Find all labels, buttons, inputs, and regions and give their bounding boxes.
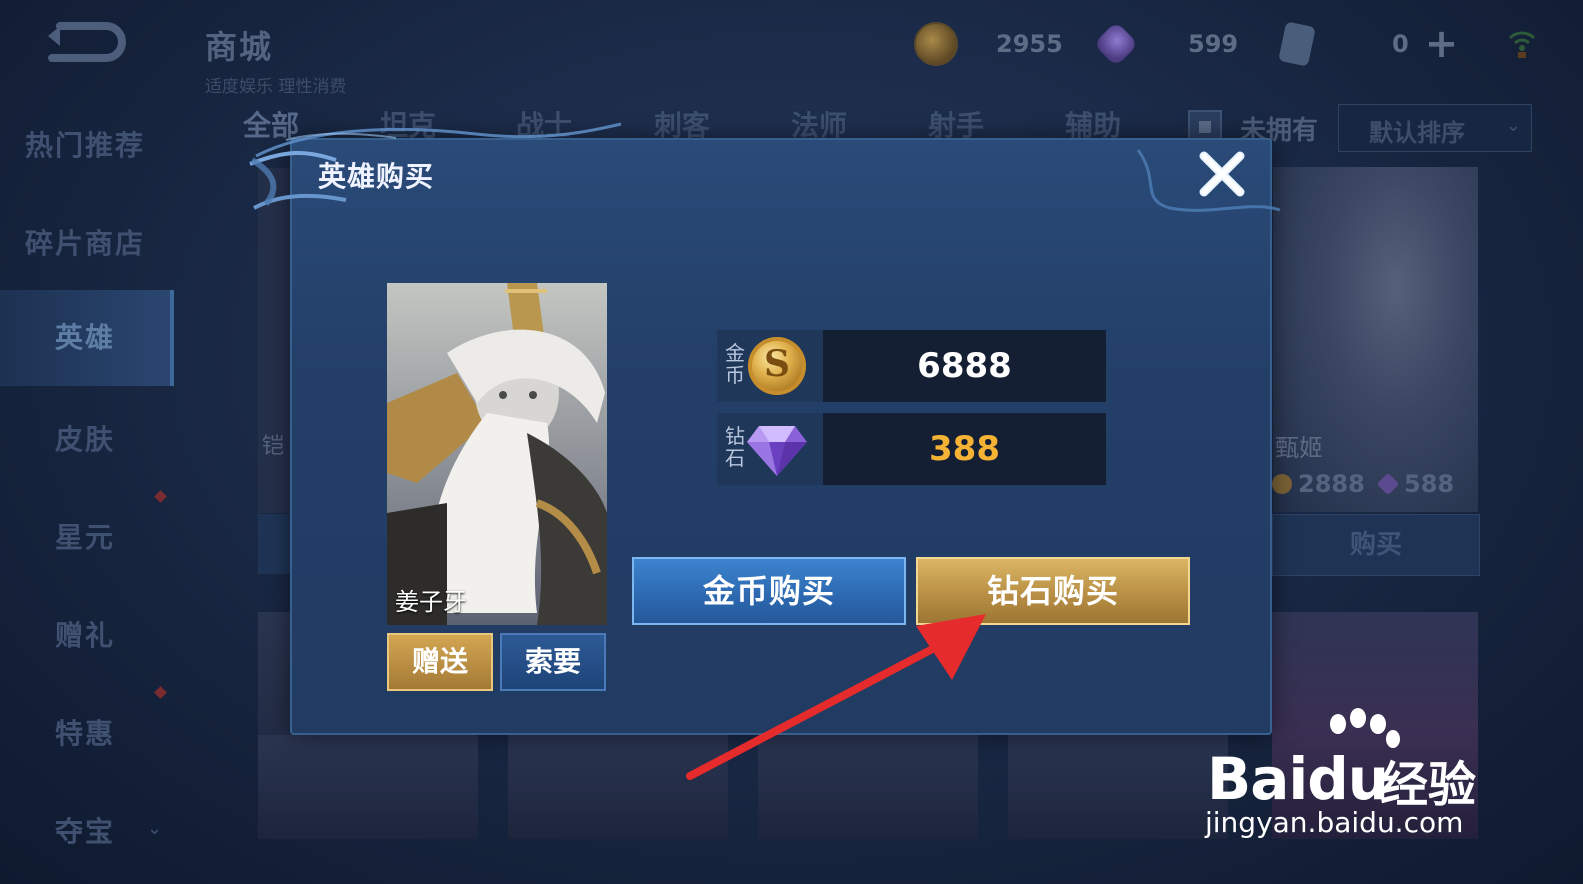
coin-balance: 2955 [914,22,1063,66]
plus-icon[interactable]: + [1425,24,1459,64]
paw-toe [1370,714,1386,734]
hero-card-name: 铠 [262,434,285,459]
diamond-price-value: 388 [823,413,1106,485]
close-icon [1199,151,1245,197]
buy-with-coins-button[interactable]: 金币购买 [632,557,906,625]
close-button[interactable] [1196,148,1248,200]
back-icon[interactable] [42,18,128,66]
dialog-title: 英雄购买 [318,160,435,193]
hero-portrait: 姜子牙 [387,283,607,625]
sidebar-item-fragment-shop[interactable]: 碎片商店 [0,222,170,262]
coin-icon [1272,474,1292,494]
coupon-balance: 0 + [1278,21,1459,67]
sidebar-item-gift[interactable]: 赠礼 [0,614,170,654]
diamond-icon [1376,472,1400,496]
paw-toe [1350,708,1366,728]
watermark-url: jingyan.baidu.com [1205,806,1464,839]
coupon-icon [1278,21,1316,67]
watermark-brand-latin: Bai [1207,745,1308,813]
notification-dot [154,490,167,503]
coin-price-value: 6888 [823,330,1106,402]
watermark-brand-du: du [1307,745,1389,813]
sidebar-item-star[interactable]: 星元 [0,516,170,556]
hero-card-diamond-price-value: 588 [1404,470,1455,498]
buy-with-diamonds-button[interactable]: 钻石购买 [916,557,1190,625]
hero-card-name: 甄姬 [1275,434,1323,462]
sidebar-item-hot[interactable]: 热门推荐 [0,124,170,164]
diamond-balance-value: 599 [1188,30,1239,58]
diamond-icon [1093,21,1139,67]
sort-select[interactable]: 默认排序 ⌄ [1338,104,1532,152]
diamond-icon [747,426,807,476]
sidebar-item-treasure[interactable]: 夺宝 [0,810,170,850]
buy-button[interactable]: 购买 [1272,514,1480,576]
coin-icon [914,22,958,66]
hero-card[interactable] [258,735,478,839]
diamond-price-label: 钻石 [725,424,745,470]
hero-card-coin-price: 2888 [1272,470,1365,498]
hero-card[interactable] [508,735,728,839]
hero-card-diamond-price: 588 [1376,470,1455,498]
sidebar-item-deals[interactable]: 特惠 [0,712,170,752]
coupon-balance-value: 0 [1392,30,1409,58]
hero-portrait-art [387,283,607,625]
coin-price-label: 金币 [725,341,745,387]
coin-icon: S [748,337,806,395]
notification-dot [154,686,167,699]
gift-button[interactable]: 赠送 [387,633,493,691]
paw-toe [1330,714,1346,734]
hero-card-coin-price-value: 2888 [1298,470,1365,498]
sort-select-value: 默认排序 [1369,119,1465,147]
wifi-icon [1508,31,1536,58]
title-ornament [249,122,622,210]
sidebar-item-heroes[interactable]: 英雄 [0,290,174,386]
watermark-brand: Baidu [1207,745,1389,813]
page-title: 商城 [205,28,274,66]
hero-name: 姜子牙 [395,588,467,616]
chevron-down-icon: ⌄ [147,818,163,839]
coin-balance-value: 2955 [996,30,1063,58]
chevron-down-icon: ⌄ [1505,115,1521,136]
diamond-balance: 599 [1093,21,1239,67]
page-subtitle: 适度娱乐 理性消费 [205,77,347,97]
request-button[interactable]: 索要 [500,633,606,691]
buy-button-partial[interactable] [258,514,292,574]
sidebar-item-skins[interactable]: 皮肤 [0,418,170,458]
coin-symbol: S [764,343,790,385]
hero-card[interactable] [758,735,978,839]
game-shop-screen: 商城 适度娱乐 理性消费 2955 599 0 + 热门推荐 碎片商店 英雄 皮… [0,0,1583,884]
hero-card[interactable] [1008,735,1228,839]
watermark-brand-cn: 经验 [1380,757,1477,813]
